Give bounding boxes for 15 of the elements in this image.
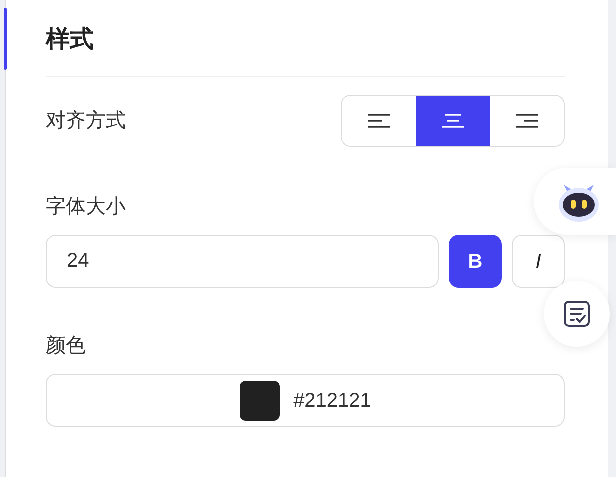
field-label: 对齐方式: [46, 109, 126, 134]
color-field[interactable]: #212121: [46, 374, 565, 427]
align-center-icon: [442, 113, 464, 129]
italic-button[interactable]: I: [512, 235, 565, 288]
color-value: #212121: [294, 388, 372, 414]
section-title: 样式: [46, 25, 95, 55]
robot-button[interactable]: [534, 168, 616, 235]
align-left-icon: [368, 113, 390, 129]
align-center-button[interactable]: [416, 96, 490, 146]
checklist-icon: [563, 300, 591, 328]
field-label: 字体大小: [46, 195, 126, 220]
field-label: 颜色: [46, 334, 86, 359]
bold-button[interactable]: B: [449, 235, 502, 288]
align-right-icon: [516, 113, 538, 129]
font-size-field[interactable]: 24: [46, 235, 439, 288]
